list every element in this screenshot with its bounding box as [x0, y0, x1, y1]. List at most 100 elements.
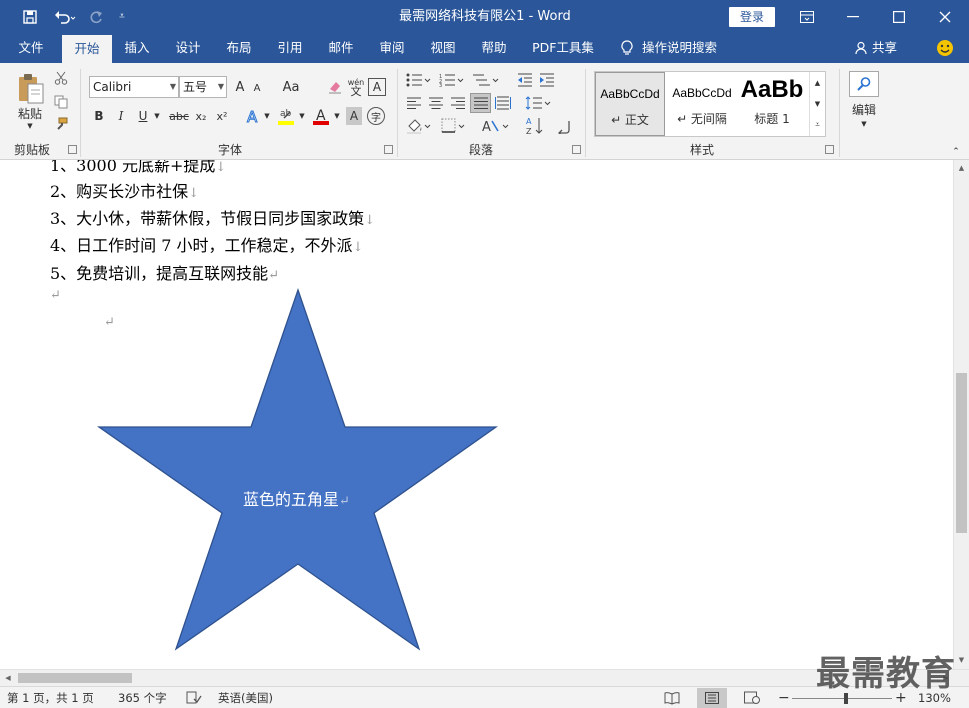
numbering-icon[interactable]: 123 [438, 71, 466, 89]
minimize-icon[interactable] [830, 0, 876, 33]
share-button[interactable]: 共享 [872, 33, 902, 63]
clipboard-launcher-icon[interactable] [68, 145, 77, 154]
vertical-scrollbar[interactable]: ▲ ▼ [953, 160, 969, 669]
paste-button[interactable]: 粘贴 [10, 105, 50, 121]
styles-more-icon[interactable]: ⩡ [809, 114, 825, 136]
paste-dropdown-icon[interactable]: ▼ [25, 121, 35, 131]
chevron-down-icon[interactable]: ▼ [262, 110, 272, 122]
paragraph-launcher-icon[interactable] [572, 145, 581, 154]
maximize-icon[interactable] [876, 0, 922, 33]
chevron-down-icon[interactable]: ▼ [152, 110, 162, 122]
print-layout-icon[interactable] [697, 688, 727, 708]
tab-pdf-tools[interactable]: PDF工具集 [524, 33, 602, 63]
font-name-combo[interactable]: Calibri ▼ [89, 76, 179, 98]
word-count[interactable]: 365 个字 [118, 687, 167, 708]
grow-font-icon[interactable]: A [232, 78, 248, 96]
tab-home[interactable]: 开始 [62, 35, 112, 63]
line-spacing-icon[interactable] [524, 94, 552, 112]
style-heading-1[interactable]: AaBb 标题 1 [739, 72, 805, 136]
ribbon-display-options-icon[interactable] [784, 0, 830, 33]
chevron-down-icon[interactable]: ▼ [297, 110, 307, 122]
sort-icon[interactable]: AZ [525, 115, 545, 137]
justify-icon[interactable] [470, 93, 491, 113]
copy-icon[interactable] [52, 93, 70, 111]
align-left-icon[interactable] [405, 94, 423, 112]
tab-design[interactable]: 设计 [166, 33, 210, 63]
scroll-up-icon[interactable]: ▲ [954, 162, 969, 174]
character-border-icon[interactable]: A [368, 78, 386, 96]
star-text[interactable]: 蓝色的五角星↵ [243, 486, 350, 510]
italic-button[interactable]: I [113, 107, 129, 125]
tab-references[interactable]: 引用 [268, 33, 312, 63]
document-canvas[interactable]: 1、3000 元底薪+提成↓ 2、购买长沙市社保↓ 3、大小休，带薪休假，节假日… [0, 160, 953, 669]
save-icon[interactable] [14, 0, 46, 33]
bold-button[interactable]: B [91, 107, 107, 125]
font-launcher-icon[interactable] [384, 145, 393, 154]
bullets-icon[interactable] [405, 71, 433, 89]
web-layout-icon[interactable] [744, 687, 760, 708]
page-count[interactable]: 第 1 页，共 1 页 [7, 687, 94, 708]
style-normal[interactable]: AaBbCcDd ↵ 正文 [595, 72, 665, 136]
language-indicator[interactable]: 英语(美国) [218, 687, 273, 708]
distributed-icon[interactable] [494, 94, 512, 112]
borders-icon[interactable] [440, 116, 468, 136]
decrease-indent-icon[interactable] [515, 71, 535, 89]
customize-quick-access-icon[interactable]: ⩡ [112, 0, 132, 33]
find-search-icon[interactable] [849, 71, 879, 97]
chevron-down-icon[interactable]: ▼ [332, 110, 342, 122]
style-no-spacing[interactable]: AaBbCcDd ↵ 无间隔 [667, 72, 737, 136]
chevron-down-icon[interactable]: ▼ [859, 119, 869, 129]
tab-insert[interactable]: 插入 [116, 33, 158, 63]
cut-icon[interactable] [52, 69, 70, 87]
font-size-combo[interactable]: 五号 ▼ [179, 76, 227, 98]
watermark-text: 最需教育 [816, 654, 956, 694]
align-right-icon[interactable] [449, 94, 467, 112]
tab-file[interactable]: 文件 [8, 33, 54, 63]
horizontal-scroll-thumb[interactable] [18, 673, 132, 683]
enclose-characters-icon[interactable]: 字 [367, 107, 385, 125]
shading-icon[interactable] [405, 116, 433, 136]
blue-star-shape[interactable] [96, 287, 499, 651]
chinese-layout-icon[interactable]: A [480, 116, 512, 136]
tell-me-search[interactable]: 操作说明搜索 [642, 33, 722, 63]
highlight-color-icon[interactable]: ab [275, 105, 297, 127]
styles-scroll-up-icon[interactable]: ▲ [809, 72, 825, 93]
read-mode-icon[interactable] [664, 687, 680, 708]
superscript-button[interactable]: x² [213, 107, 231, 125]
undo-icon[interactable] [48, 0, 82, 33]
subscript-button[interactable]: x₂ [192, 107, 210, 125]
character-shading-icon[interactable]: A [346, 107, 362, 125]
styles-scroll-down-icon[interactable]: ▼ [809, 93, 825, 114]
strikethrough-button[interactable]: abc [167, 107, 191, 125]
styles-launcher-icon[interactable] [825, 145, 834, 154]
tab-review[interactable]: 审阅 [370, 33, 414, 63]
tab-layout[interactable]: 布局 [218, 33, 260, 63]
change-case-icon[interactable]: Aa [280, 78, 302, 96]
clear-formatting-icon[interactable] [326, 78, 344, 96]
collapse-ribbon-icon[interactable]: ⌃ [949, 147, 963, 157]
tab-mailings[interactable]: 邮件 [320, 33, 362, 63]
clipboard-paste-icon[interactable] [12, 69, 50, 109]
redo-icon[interactable] [84, 0, 108, 33]
multilevel-list-icon[interactable] [471, 71, 501, 89]
zoom-out-button[interactable]: − [778, 687, 790, 708]
tab-help[interactable]: 帮助 [472, 33, 516, 63]
text-effects-icon[interactable]: A [243, 106, 263, 126]
phonetic-guide-icon[interactable]: wén 文 [346, 76, 366, 98]
underline-button[interactable]: U [135, 107, 151, 125]
scroll-down-icon[interactable]: ▼ [954, 654, 969, 666]
vertical-scroll-thumb[interactable] [956, 373, 967, 533]
smiley-feedback-icon[interactable] [934, 33, 956, 63]
format-painter-icon[interactable] [52, 115, 70, 133]
shrink-font-icon[interactable]: A [250, 80, 264, 96]
scroll-left-icon[interactable]: ◀ [2, 672, 14, 684]
close-icon[interactable] [922, 0, 968, 33]
font-color-icon[interactable]: A [310, 105, 332, 127]
editing-button[interactable]: 编辑 [846, 101, 882, 117]
increase-indent-icon[interactable] [537, 71, 557, 89]
align-center-icon[interactable] [427, 94, 445, 112]
login-button[interactable]: 登录 [729, 7, 775, 27]
proofing-icon[interactable] [186, 687, 202, 708]
tab-view[interactable]: 视图 [422, 33, 464, 63]
show-paragraph-marks-icon[interactable] [556, 118, 574, 136]
